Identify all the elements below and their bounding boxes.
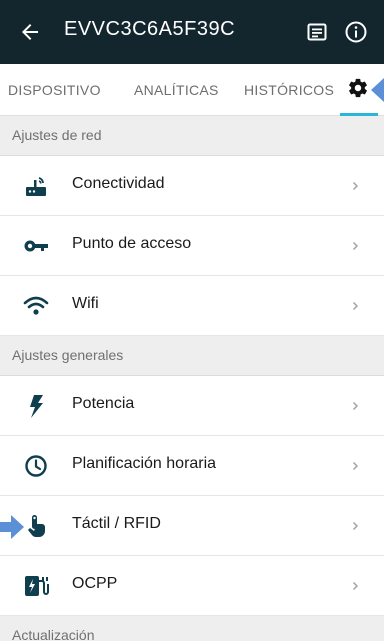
router-icon (26, 177, 46, 196)
key-icon (24, 240, 48, 252)
item-label: Potencia (72, 395, 135, 412)
list-item-conectividad[interactable]: Conectividad (0, 156, 384, 216)
info-icon[interactable] (344, 20, 368, 44)
page-title: EVVC3C6A5F39C (64, 18, 236, 40)
chevron-right-icon (353, 582, 358, 590)
gear-icon (349, 78, 367, 98)
list-item-planificacion[interactable]: Planificación horaria (0, 436, 384, 496)
touch-icon (28, 515, 45, 537)
callout-arrow-icon (0, 515, 24, 539)
item-label: Planificación horaria (72, 455, 217, 472)
ocpp-icon (25, 576, 49, 596)
callout-arrow-icon (371, 78, 384, 102)
item-label: Wifi (72, 295, 99, 312)
tab-bar: DISPOSITIVO ANALÍTICAS HISTÓRICOS (0, 64, 384, 116)
arrow-back-icon[interactable] (18, 20, 42, 44)
item-label: Conectividad (72, 175, 165, 192)
chevron-right-icon (353, 242, 358, 250)
chevron-right-icon (353, 182, 358, 190)
list-item-potencia[interactable]: Potencia (0, 376, 384, 436)
chevron-right-icon (353, 522, 358, 530)
section-title: Ajustes generales (12, 347, 124, 363)
tab-analiticas[interactable]: ANALÍTICAS (134, 64, 219, 116)
list-item-punto-acceso[interactable]: Punto de acceso (0, 216, 384, 276)
tab-historicos[interactable]: HISTÓRICOS (244, 64, 334, 116)
document-icon[interactable] (305, 20, 329, 44)
list-item-tactil[interactable]: Táctil / RFID (0, 496, 384, 556)
section-header-actualizacion: Actualización (0, 616, 384, 641)
chevron-right-icon (353, 402, 358, 410)
tab-dispositivo[interactable]: DISPOSITIVO (8, 64, 101, 116)
chevron-right-icon (353, 302, 358, 310)
chevron-right-icon (353, 462, 358, 470)
lightning-icon (30, 395, 43, 418)
clock-icon (25, 455, 47, 477)
list-item-wifi[interactable]: Wifi (0, 276, 384, 336)
wifi-icon (23, 296, 49, 315)
section-title: Actualización (12, 627, 95, 641)
list-item-ocpp[interactable]: OCPP (0, 556, 384, 616)
app-bar: EVVC3C6A5F39C (0, 0, 384, 64)
section-header-generales: Ajustes generales (0, 336, 384, 376)
section-header-red: Ajustes de red (0, 116, 384, 156)
section-title: Ajustes de red (12, 127, 102, 143)
item-label: OCPP (72, 575, 118, 592)
item-label: Punto de acceso (72, 235, 192, 252)
item-label: Táctil / RFID (72, 515, 161, 532)
